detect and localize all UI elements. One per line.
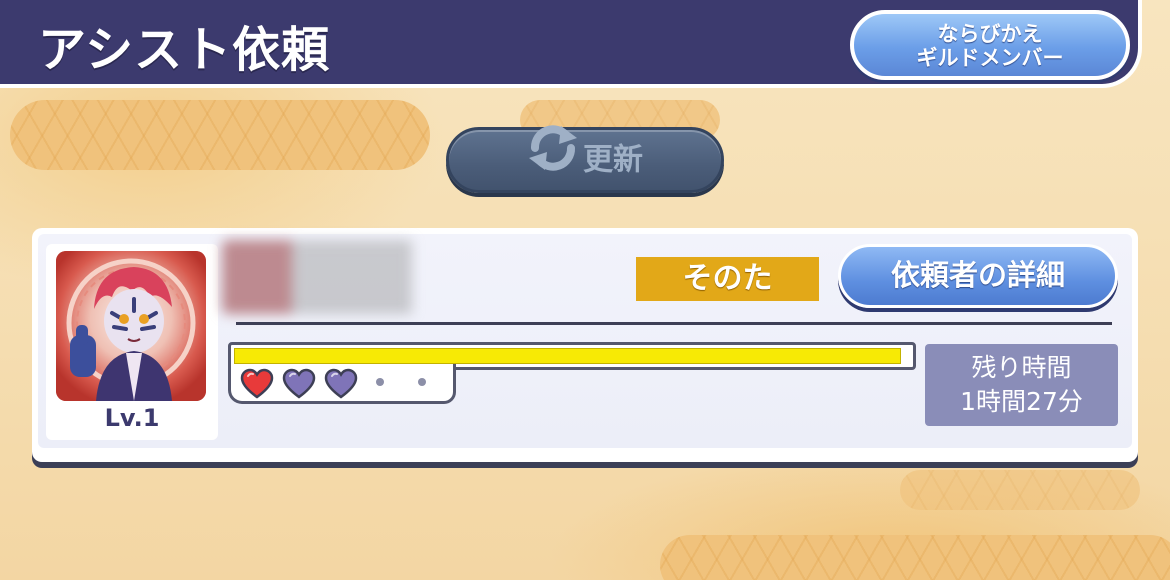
heart-empty-icon — [282, 368, 316, 400]
sort-button-line2: ギルドメンバー — [916, 46, 1064, 70]
request-progress-fill — [234, 348, 901, 364]
background-pattern-band — [900, 470, 1140, 510]
heart-slot-dot — [418, 378, 426, 386]
requester-details-button[interactable]: 依頼者の詳細 — [838, 244, 1118, 308]
requester-level: Lv.1 — [104, 404, 160, 432]
sort-button-line1: ならびかえ — [937, 22, 1043, 46]
card-divider — [236, 322, 1112, 325]
requester-name-blurred — [222, 240, 438, 314]
page-title: アシスト依頼 — [38, 22, 331, 78]
requester-avatar[interactable] — [56, 251, 206, 401]
refresh-button[interactable]: 更新 — [446, 124, 724, 193]
heart-slot-dot — [376, 378, 384, 386]
sort-guild-member-button[interactable]: ならびかえ ギルドメンバー — [850, 10, 1130, 80]
remaining-time-value: 1時間27分 — [960, 387, 1083, 416]
refresh-label: 更新 — [583, 142, 643, 178]
heart-filled-icon — [240, 368, 274, 400]
background-pattern-band — [660, 535, 1170, 580]
refresh-icon — [527, 124, 579, 192]
remaining-time-label: 残り時間 — [971, 353, 1072, 382]
heart-empty-icon — [324, 368, 358, 400]
request-category-badge: そのた — [636, 257, 819, 301]
background-pattern-band — [10, 100, 430, 170]
remaining-time-box: 残り時間 1時間27分 — [925, 344, 1118, 426]
